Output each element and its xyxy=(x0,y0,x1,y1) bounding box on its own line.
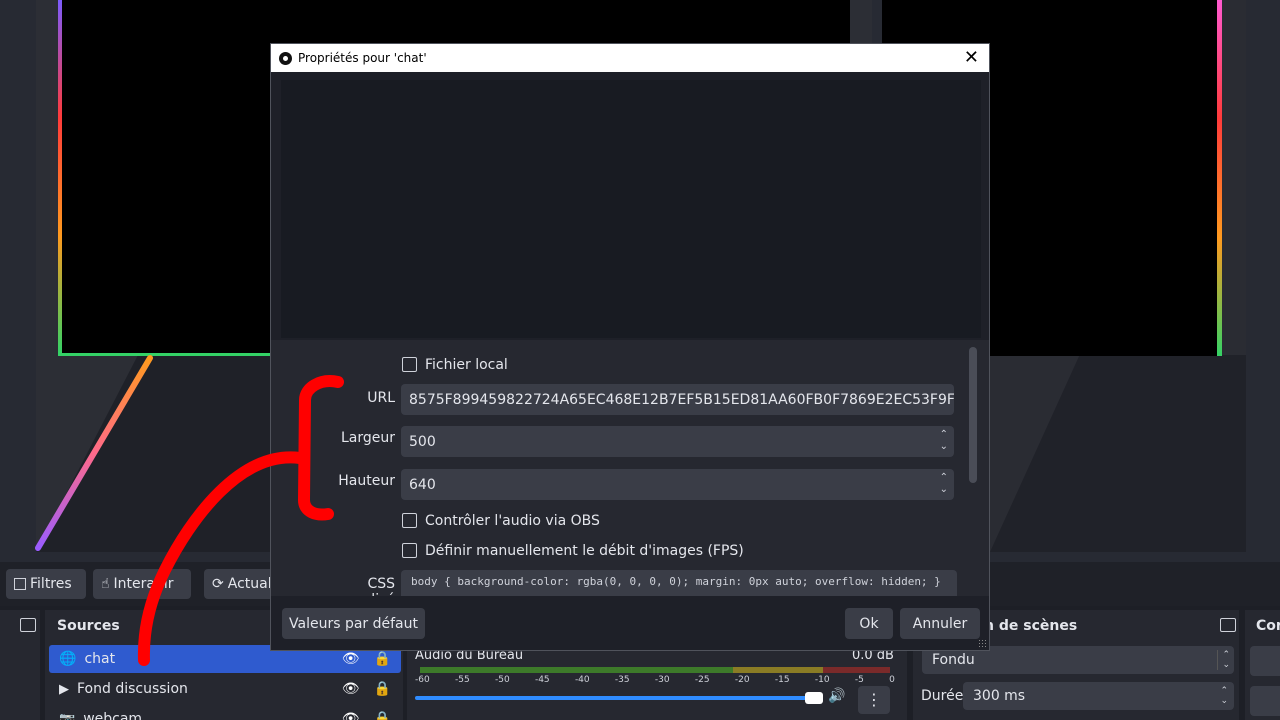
control-audio-label: Contrôler l'audio via OBS xyxy=(425,513,600,529)
local-file-checkbox[interactable] xyxy=(402,357,417,372)
undock-icon[interactable] xyxy=(20,618,36,632)
height-label: Hauteur xyxy=(338,473,395,489)
source-item-webcam[interactable]: 📷 webcam 👁 🔒 xyxy=(49,705,401,720)
controls-button[interactable] xyxy=(1250,646,1280,676)
duration-label: Durée xyxy=(921,688,964,704)
volume-slider[interactable] xyxy=(415,696,815,700)
lock-icon[interactable]: 🔒 xyxy=(374,711,391,720)
cancel-button[interactable]: Annuler xyxy=(900,608,980,639)
transitions-title: n de scènes xyxy=(984,618,1078,634)
refresh-icon: ⟳ xyxy=(212,576,224,592)
eye-icon[interactable]: 👁 xyxy=(342,651,360,667)
form-scrollbar[interactable] xyxy=(969,347,977,483)
lock-icon[interactable]: 🔒 xyxy=(374,681,391,697)
custom-fps-checkbox[interactable] xyxy=(402,543,417,558)
camera-icon: 📷 xyxy=(59,711,76,720)
dialog-title: Propriétés pour 'chat' xyxy=(298,51,427,65)
undock-icon[interactable] xyxy=(1220,618,1236,632)
duration-field[interactable]: 300 ms ⌃ ⌄ xyxy=(963,682,1234,710)
ok-button[interactable]: Ok xyxy=(845,608,893,639)
custom-css-input[interactable]: body { background-color: rgba(0, 0, 0, 0… xyxy=(401,570,957,598)
custom-fps-label: Définir manuellement le débit d'images (… xyxy=(425,543,744,559)
controls-button[interactable] xyxy=(1250,686,1280,716)
filters-button[interactable]: Filtres xyxy=(6,569,86,599)
hand-pointer-icon: ☝ xyxy=(101,576,110,592)
controls-title: Con xyxy=(1256,618,1280,634)
properties-dialog: Propriétés pour 'chat' ✕ Fichier local U… xyxy=(270,43,990,651)
local-file-label: Fichier local xyxy=(425,357,508,373)
url-label: URL xyxy=(367,390,395,406)
resize-grip-icon[interactable] xyxy=(978,639,986,647)
mixer-menu-button[interactable]: ⋮ xyxy=(858,686,890,714)
eye-icon[interactable]: 👁 xyxy=(342,681,360,697)
chevron-updown-icon: ⌃ ⌄ xyxy=(1217,650,1230,670)
lock-icon[interactable]: 🔒 xyxy=(374,651,391,667)
spinner-icon[interactable]: ⌃ ⌄ xyxy=(940,429,948,453)
width-label: Largeur xyxy=(340,430,395,446)
interact-button[interactable]: ☝ Interagir xyxy=(93,569,191,599)
defaults-button[interactable]: Valeurs par défaut xyxy=(282,608,425,639)
sources-title: Sources xyxy=(57,618,120,634)
eye-icon[interactable]: 👁 xyxy=(342,711,360,720)
globe-icon: 🌐 xyxy=(59,651,77,667)
filter-icon xyxy=(14,578,26,590)
volume-slider-handle[interactable] xyxy=(805,692,823,704)
spinner-icon[interactable]: ⌃ ⌄ xyxy=(1220,686,1228,706)
speaker-icon[interactable]: 🔊 xyxy=(828,688,845,704)
url-input[interactable]: 8575F899459822724A65EC468E12B7EF5B15ED81… xyxy=(401,384,954,415)
dialog-titlebar: Propriétés pour 'chat' ✕ xyxy=(271,44,989,72)
spinner-icon[interactable]: ⌃ ⌄ xyxy=(940,472,948,496)
width-input[interactable]: 500 ⌃ ⌄ xyxy=(401,426,954,457)
browser-source-preview xyxy=(281,80,981,338)
obs-logo-icon xyxy=(279,51,292,65)
play-icon: ▶ xyxy=(59,681,69,697)
volume-meter xyxy=(420,667,890,673)
control-audio-checkbox[interactable] xyxy=(402,513,417,528)
height-input[interactable]: 640 ⌃ ⌄ xyxy=(401,469,954,500)
close-icon[interactable]: ✕ xyxy=(964,47,979,68)
meter-ticks: -60 -55 -50 -45 -40 -35 -30 -25 -20 -15 -10 -5 0 xyxy=(415,675,895,685)
source-item-fond-discussion[interactable]: ▶ Fond discussion 👁 🔒 xyxy=(49,675,401,703)
